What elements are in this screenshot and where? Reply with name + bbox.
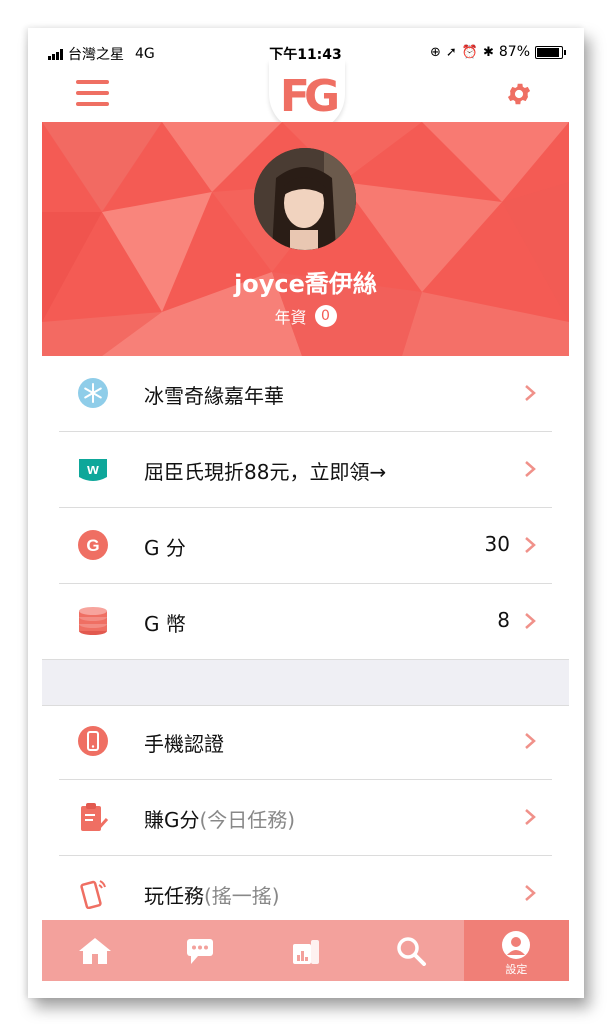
search-icon bbox=[397, 936, 426, 966]
app-header: FG bbox=[42, 60, 569, 132]
avatar[interactable] bbox=[254, 148, 356, 250]
menu-item-subtitle: (今日任務) bbox=[199, 808, 296, 832]
phone-screen: 台灣之星 4G 下午11:43 ⊕ ➚ ⏰ ✱ 87% FG joyce喬伊絲 … bbox=[42, 40, 569, 981]
menu-item-label: G 分 bbox=[144, 536, 186, 560]
tab-home[interactable] bbox=[42, 920, 147, 981]
g-points-icon: G bbox=[78, 530, 108, 560]
section-divider bbox=[42, 659, 569, 706]
shake-phone-icon bbox=[80, 880, 106, 909]
bottom-tab-bar: 設定 bbox=[42, 920, 569, 981]
menu-item-g-points[interactable]: G G 分 30 bbox=[59, 508, 552, 584]
g-coins-icon bbox=[79, 607, 107, 635]
rotation-lock-icon: ⊕ bbox=[429, 44, 441, 60]
logo-text: FG bbox=[279, 70, 340, 122]
chat-icon bbox=[187, 938, 214, 964]
seniority-badge: 0 bbox=[314, 305, 337, 327]
menu-section-tasks: 手機認證 賺G分(今日任務) 玩任務(搖一搖) bbox=[42, 704, 569, 932]
profile-icon bbox=[502, 930, 531, 959]
menu-item-label: 玩任務(搖一搖) bbox=[144, 880, 280, 909]
svg-text:G: G bbox=[86, 536, 99, 555]
menu-item-frozen-carnival[interactable]: 冰雪奇緣嘉年華 bbox=[59, 356, 552, 432]
chevron-right-icon bbox=[525, 613, 536, 629]
menu-item-label: 賺G分(今日任務) bbox=[144, 804, 295, 833]
ranking-icon bbox=[292, 939, 319, 964]
menu-item-subtitle: (搖一搖) bbox=[204, 884, 280, 908]
chevron-right-icon bbox=[525, 885, 536, 901]
g-coins-value: 8 bbox=[497, 608, 510, 632]
clipboard-task-icon bbox=[81, 803, 109, 832]
chevron-right-icon bbox=[525, 537, 536, 553]
gear-icon[interactable] bbox=[505, 80, 533, 108]
menu-item-label: 冰雪奇緣嘉年華 bbox=[144, 384, 284, 408]
location-icon: ➚ bbox=[445, 44, 457, 60]
menu-item-label: 手機認證 bbox=[144, 732, 224, 756]
chevron-right-icon bbox=[525, 809, 536, 825]
bluetooth-icon: ✱ bbox=[482, 44, 494, 60]
tab-settings[interactable]: 設定 bbox=[463, 920, 569, 981]
tab-chat[interactable] bbox=[147, 920, 252, 981]
seniority-label: 年資 bbox=[274, 308, 307, 327]
snowflake-icon bbox=[78, 378, 108, 408]
menu-item-title: 賺G分 bbox=[144, 808, 200, 832]
menu-item-phone-verification[interactable]: 手機認證 bbox=[59, 704, 552, 780]
profile-username: joyce喬伊絲 bbox=[234, 270, 377, 298]
menu-item-title: 玩任務 bbox=[144, 884, 204, 908]
tab-search[interactable] bbox=[358, 920, 463, 981]
battery-percent: 87% bbox=[498, 44, 530, 60]
chevron-right-icon bbox=[525, 461, 536, 477]
menu-item-label: 屈臣氏現折88元，立即領→ bbox=[144, 460, 387, 484]
g-points-value: 30 bbox=[484, 532, 510, 556]
tab-ranking[interactable] bbox=[253, 920, 358, 981]
tab-settings-label: 設定 bbox=[505, 963, 528, 976]
menu-section-rewards: 冰雪奇緣嘉年華 w 屈臣氏現折88元，立即領→ G G 分 30 G 幣 8 bbox=[42, 356, 569, 660]
seniority-row: 年資 0 bbox=[42, 304, 569, 328]
chevron-right-icon bbox=[525, 733, 536, 749]
menu-item-watsons-coupon[interactable]: w 屈臣氏現折88元，立即領→ bbox=[59, 432, 552, 508]
svg-text:w: w bbox=[86, 461, 99, 478]
home-icon bbox=[78, 937, 111, 964]
phone-verify-icon bbox=[78, 726, 108, 756]
hamburger-icon[interactable] bbox=[76, 80, 109, 106]
watsons-icon: w bbox=[79, 459, 107, 481]
battery-icon bbox=[535, 45, 566, 59]
chevron-right-icon bbox=[525, 385, 536, 401]
menu-item-g-coins[interactable]: G 幣 8 bbox=[59, 584, 552, 660]
profile-hero: joyce喬伊絲 年資 0 bbox=[42, 122, 569, 356]
menu-item-earn-g-points[interactable]: 賺G分(今日任務) bbox=[59, 780, 552, 856]
alarm-icon: ⏰ bbox=[461, 44, 478, 60]
menu-item-label: G 幣 bbox=[144, 612, 186, 636]
